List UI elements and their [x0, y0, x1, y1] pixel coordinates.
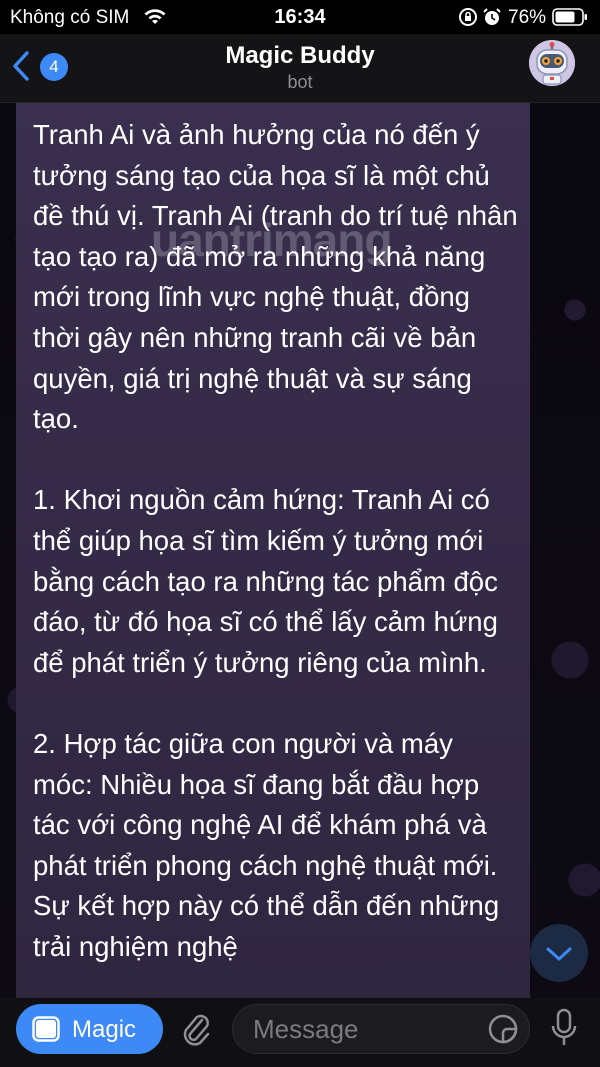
message-input[interactable] — [232, 1004, 530, 1054]
battery-icon — [552, 8, 587, 26]
lock-rotation-icon — [459, 8, 477, 26]
bot-message-bubble: Tranh Ai và ảnh hưởng của nó đến ý tưởng… — [16, 103, 530, 998]
magic-menu-button[interactable]: Magic — [16, 1004, 163, 1054]
robot-avatar[interactable] — [529, 40, 575, 86]
magic-menu-icon — [32, 1016, 60, 1042]
microphone-icon[interactable] — [550, 1008, 578, 1048]
robot-avatar-icon — [529, 40, 575, 86]
magic-menu-label: Magic — [72, 1016, 137, 1043]
paperclip-icon[interactable] — [178, 1010, 214, 1050]
chat-header: 4 Magic Buddy bot — [0, 34, 600, 103]
message-text: Tranh Ai và ảnh hưởng của nó đến ý tưởng… — [33, 119, 518, 962]
chat-subtitle: bot — [287, 72, 313, 92]
input-bar: Magic — [0, 998, 600, 1067]
scroll-down-button[interactable] — [530, 924, 588, 982]
chat-title: Magic Buddy — [225, 42, 375, 69]
battery-percent: 76% — [508, 7, 547, 28]
alarm-icon — [483, 8, 501, 25]
status-bar: Không có SIM 16:34 76% — [0, 0, 600, 34]
sticker-icon[interactable] — [487, 1013, 519, 1045]
chevron-down-icon — [546, 947, 572, 961]
